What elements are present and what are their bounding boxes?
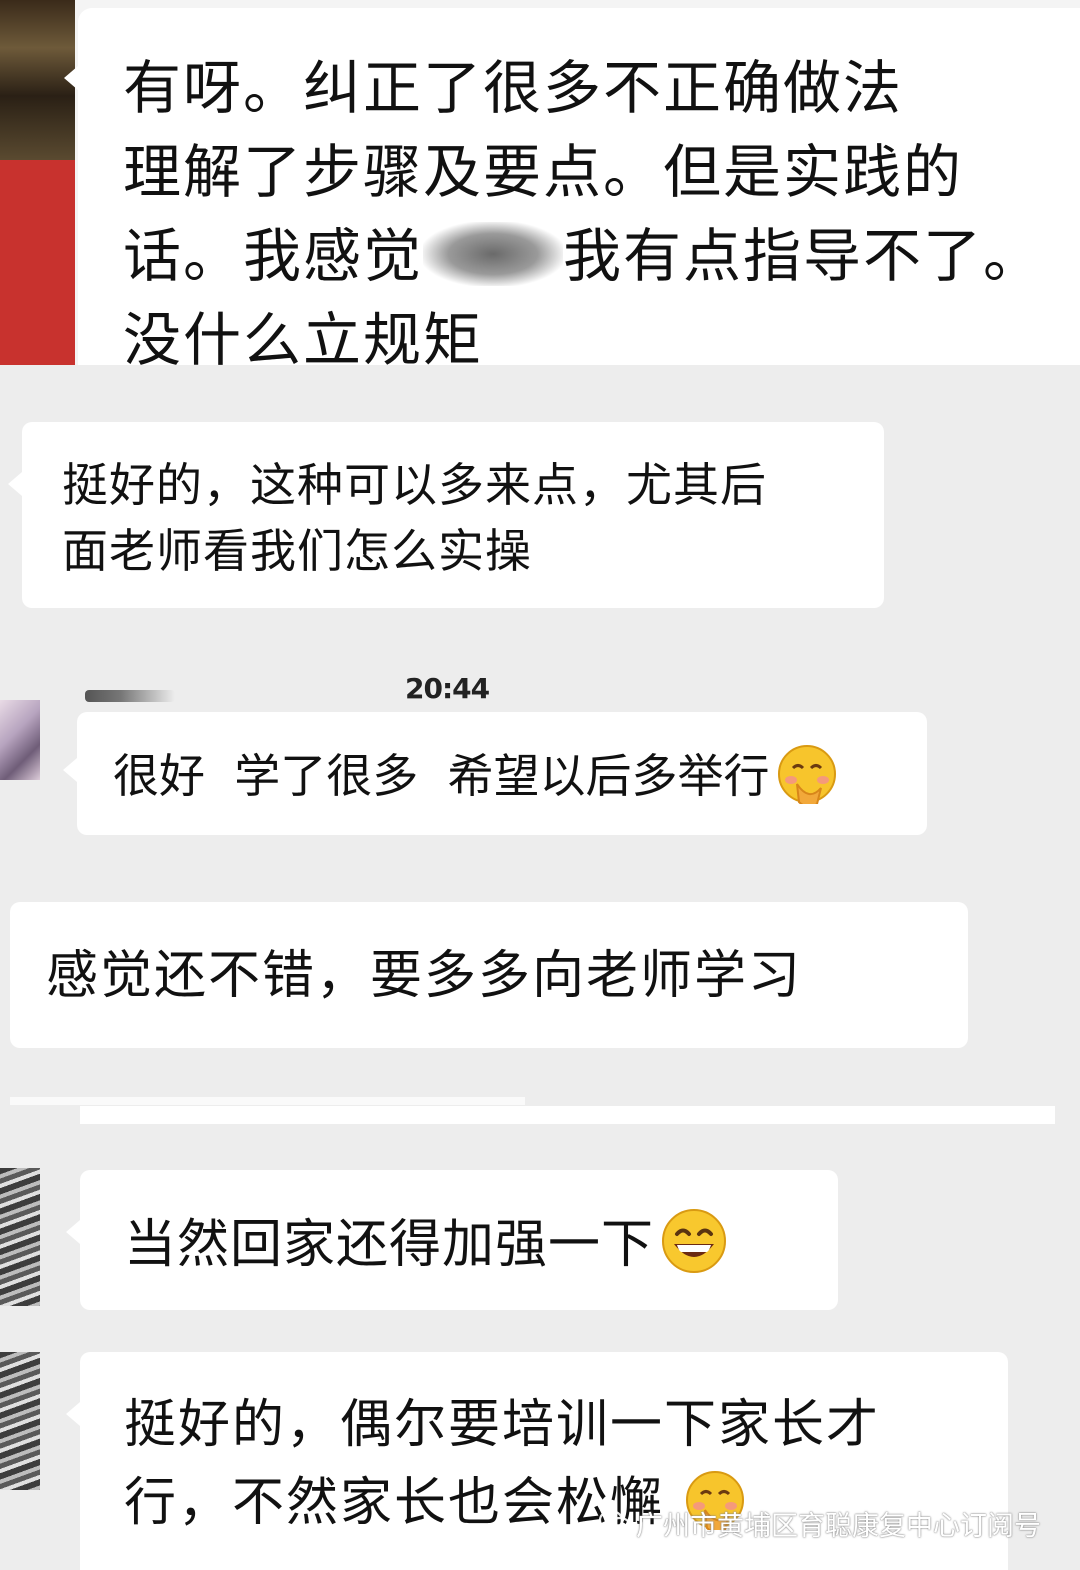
bubble-tail-icon xyxy=(66,1220,80,1244)
watermark: 广州市黄埔区育聪康复中心订阅号 xyxy=(598,1505,1041,1542)
blushing-face-with-hand-emoji xyxy=(777,745,836,804)
avatar[interactable] xyxy=(0,1352,40,1490)
watermark-text: 广州市黄埔区育聪康复中心订阅号 xyxy=(636,1510,1041,1542)
message-bubble[interactable]: 很好 学了很多 希望以后多举行 xyxy=(63,712,927,835)
chat-panel-top: 有呀。纠正了很多不正确做法 理解了步骤及要点。但是实践的 话。我感觉 我有点指导不… xyxy=(0,0,1080,365)
message-text: 感觉还不错，要多多向老师学习 xyxy=(46,946,803,1006)
message-bubble[interactable]: 挺好的，这种可以多来点，尤其后 面老师看我们怎么实操 xyxy=(8,422,884,608)
avatar[interactable] xyxy=(0,1168,40,1306)
bubble-tail-icon xyxy=(8,472,22,496)
bubble-tail-icon xyxy=(63,758,77,782)
username-blurred-icon xyxy=(85,690,175,702)
divider xyxy=(80,1106,1055,1124)
bubble-tail-icon xyxy=(66,1402,80,1426)
message-text: 挺好的，这种可以多来点，尤其后 面老师看我们怎么实操 xyxy=(62,458,767,578)
bubble-tail-icon xyxy=(64,66,78,90)
timestamp: 20:44 xyxy=(405,672,490,705)
message-bubble[interactable]: 有呀。纠正了很多不正确做法 理解了步骤及要点。但是实践的 话。我感觉 我有点指导不… xyxy=(64,8,1080,365)
avatar[interactable] xyxy=(0,700,40,780)
message-bubble[interactable]: 感觉还不错，要多多向老师学习 xyxy=(10,902,968,1048)
message-text: 很好 学了很多 希望以后多举行 xyxy=(113,749,770,803)
message-text: 当然回家还得加强一下 xyxy=(124,1215,655,1275)
grinning-face-emoji xyxy=(662,1209,727,1273)
blurred-redaction-icon xyxy=(423,222,564,286)
avatar[interactable] xyxy=(0,0,75,365)
avatar-red-shirt-icon xyxy=(0,160,75,365)
wechat-icon xyxy=(598,1509,632,1536)
message-bubble[interactable]: 当然回家还得加强一下 xyxy=(66,1170,838,1310)
divider xyxy=(10,1097,525,1105)
